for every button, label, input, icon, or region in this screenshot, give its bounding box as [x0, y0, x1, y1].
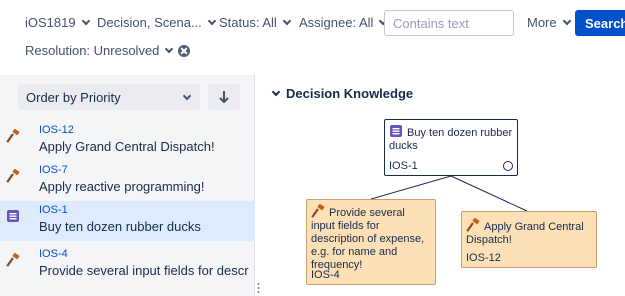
- node-key: IOS-1: [389, 160, 418, 172]
- decision-icon: [390, 125, 402, 137]
- expand-circle-icon[interactable]: [503, 161, 513, 171]
- node-key: IOS-12: [466, 252, 501, 264]
- graph-node-alternative[interactable]: Provide several input fields for descrip…: [306, 199, 436, 285]
- node-text: Apply Grand Central Dispatch!: [466, 221, 584, 246]
- graph-node-decision[interactable]: Buy ten dozen rubber ducks IOS-1: [384, 119, 518, 176]
- edge-line: [370, 175, 452, 200]
- hammer-icon: [311, 204, 325, 218]
- edge-line: [450, 175, 528, 212]
- node-text: Buy ten dozen rubber ducks: [389, 127, 513, 152]
- graph-node-alternative[interactable]: Apply Grand Central Dispatch! IOS-12: [461, 211, 597, 268]
- node-key: IOS-4: [311, 269, 340, 281]
- hammer-icon: [466, 218, 480, 232]
- node-text: Provide several input fields for descrip…: [311, 207, 425, 271]
